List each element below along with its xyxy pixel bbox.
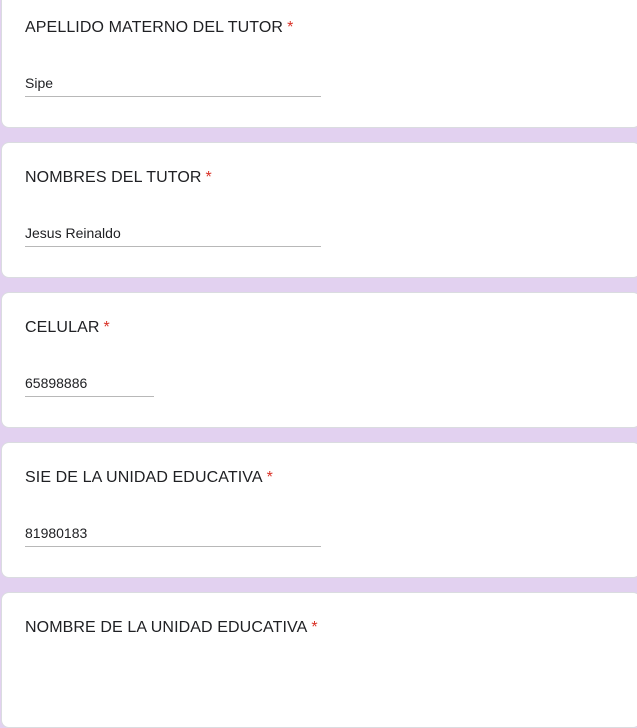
required-asterisk: * — [205, 169, 212, 186]
answer-input-celular[interactable]: 65898886 — [25, 374, 87, 392]
question-title: CELULAR * — [25, 318, 110, 338]
answer-input-apellido-materno[interactable]: Sipe — [25, 74, 53, 92]
question-title: NOMBRES DEL TUTOR * — [25, 168, 212, 188]
input-underline — [25, 246, 321, 247]
question-label: APELLIDO MATERNO DEL TUTOR — [25, 19, 284, 36]
question-card-nombres-tutor: NOMBRES DEL TUTOR * Jesus Reinaldo — [1, 142, 637, 278]
answer-input-sie[interactable]: 81980183 — [25, 524, 87, 542]
question-label: CELULAR — [25, 319, 100, 336]
required-asterisk: * — [266, 469, 273, 486]
question-card-sie-unidad-educativa: SIE DE LA UNIDAD EDUCATIVA * 81980183 — [1, 442, 637, 578]
question-label: NOMBRES DEL TUTOR — [25, 169, 202, 186]
question-title: NOMBRE DE LA UNIDAD EDUCATIVA * — [25, 618, 318, 638]
required-asterisk: * — [287, 19, 294, 36]
question-label: SIE DE LA UNIDAD EDUCATIVA — [25, 469, 263, 486]
question-label: NOMBRE DE LA UNIDAD EDUCATIVA — [25, 619, 308, 636]
answer-input-nombres-tutor[interactable]: Jesus Reinaldo — [25, 224, 121, 242]
input-underline — [25, 96, 321, 97]
required-asterisk: * — [103, 319, 110, 336]
question-title: SIE DE LA UNIDAD EDUCATIVA * — [25, 468, 273, 488]
question-card-apellido-materno: APELLIDO MATERNO DEL TUTOR * Sipe — [1, 0, 637, 128]
question-card-nombre-unidad-educativa: NOMBRE DE LA UNIDAD EDUCATIVA * — [1, 592, 637, 728]
input-underline — [25, 546, 321, 547]
question-title: APELLIDO MATERNO DEL TUTOR * — [25, 18, 293, 38]
question-card-celular: CELULAR * 65898886 — [1, 292, 637, 428]
required-asterisk: * — [311, 619, 318, 636]
input-underline — [25, 396, 154, 397]
